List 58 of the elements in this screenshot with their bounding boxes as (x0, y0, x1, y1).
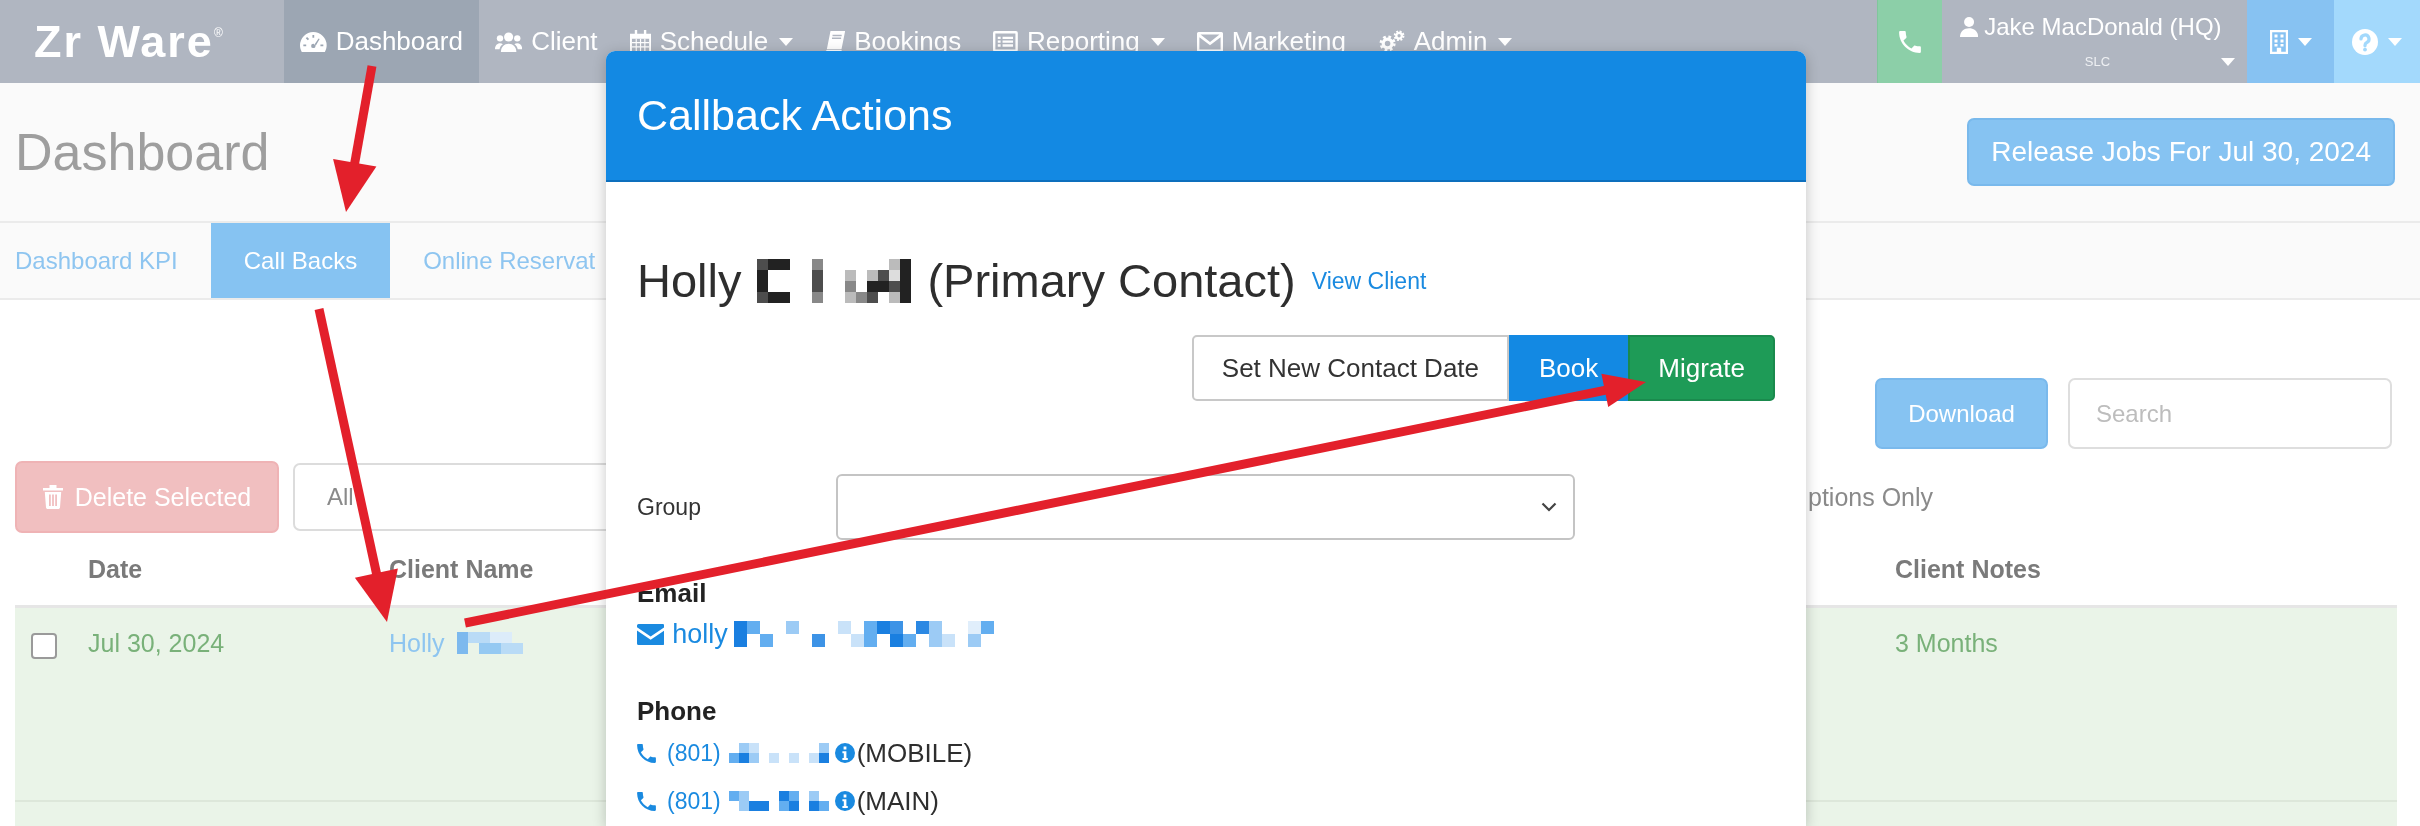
column-header: Client Name (389, 554, 534, 584)
section-label: Phone (637, 696, 717, 726)
tab[interactable]: Online Reservat (390, 223, 596, 298)
brand-name[interactable]: Zr Ware$^{®}$ (34, 19, 223, 64)
users-icon (494, 31, 523, 52)
contact-role: (Primary Contact) (927, 253, 1296, 309)
book-icon (825, 30, 846, 53)
field-label: Group (637, 493, 701, 520)
help-menu-button[interactable] (2334, 0, 2420, 83)
building-menu-button[interactable] (2247, 0, 2334, 83)
user-location: SLC (2084, 53, 2111, 71)
chevron-down-icon (1541, 502, 1557, 512)
email-link[interactable]: holly (637, 618, 728, 650)
caret-down-icon[interactable] (2221, 58, 2235, 66)
phone-icon (1899, 30, 1921, 53)
phone-type-label: (MAIN) (856, 785, 940, 817)
phone-link[interactable]: (801) (667, 739, 721, 767)
gears-icon (1377, 30, 1405, 53)
column-header: Date (88, 554, 143, 584)
modal-title: Callback Actions (637, 91, 953, 140)
table-cell: Jul 30, 2024 (88, 628, 225, 658)
row-checkbox[interactable] (31, 633, 57, 659)
envelope-icon (637, 623, 665, 645)
client-name-link[interactable]: Holly (389, 628, 445, 658)
building-icon (2269, 29, 2288, 54)
table-cell: 3 Months (1895, 628, 1998, 658)
action-button[interactable]: Set New Contact Date (1191, 335, 1510, 401)
phone-button[interactable] (1877, 0, 1942, 83)
download-button[interactable]: Download (1875, 378, 2048, 449)
caret-down-icon (2388, 37, 2402, 46)
envelope-icon (1196, 31, 1223, 52)
option-label: ptions Only (1808, 482, 1934, 512)
list-icon (993, 31, 1019, 52)
help-icon (2352, 28, 2378, 55)
calendar-icon (629, 30, 651, 53)
caret-down-icon (2297, 37, 2312, 46)
delete-selected-button[interactable]: Delete Selected (15, 461, 279, 533)
tab[interactable]: Call Backs (210, 223, 391, 298)
phone-type-label: (MOBILE) (856, 737, 973, 769)
tab[interactable]: Dashboard KPI (0, 223, 211, 298)
dashboard-gauge-icon (300, 31, 327, 52)
release-jobs-button[interactable]: Release Jobs For Jul 30, 2024 (1967, 118, 2395, 186)
view-client-link[interactable]: View Client (1311, 267, 1427, 295)
phone-link[interactable]: (801) (667, 787, 721, 815)
phone-icon (637, 743, 656, 763)
user-name[interactable]: Jake MacDonald (HQ) (1984, 10, 2222, 44)
search-field[interactable]: Search (2068, 378, 2392, 449)
action-button[interactable]: Migrate (1628, 335, 1775, 401)
phone-icon (637, 791, 656, 811)
column-header: Client Notes (1895, 554, 2041, 584)
trash-icon (42, 485, 63, 509)
page-title: Dashboard (15, 121, 270, 183)
group-select[interactable] (836, 474, 1575, 540)
contact-name: Holly (637, 253, 742, 309)
info-icon (834, 743, 855, 763)
info-icon (834, 791, 855, 811)
user-icon (1960, 17, 1979, 37)
nav-link[interactable]: Dashboard (284, 0, 479, 83)
